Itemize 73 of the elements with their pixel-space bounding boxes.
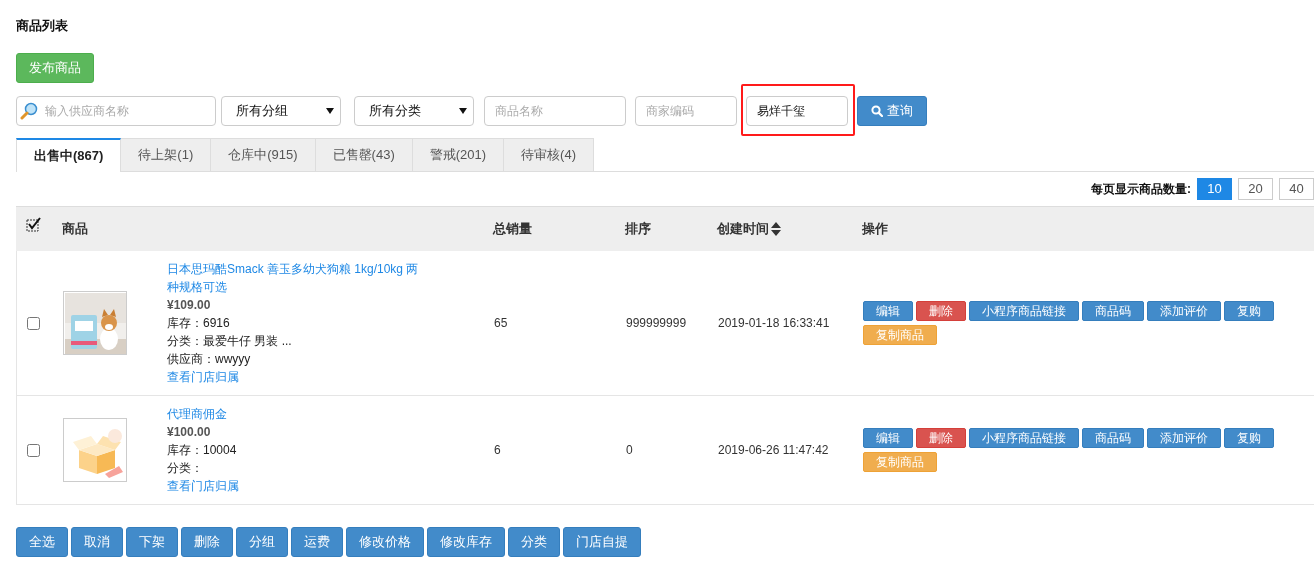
- action-button[interactable]: 添加评价: [1147, 301, 1221, 321]
- bulk-action-button[interactable]: 分组: [236, 527, 288, 557]
- select-all-checkbox[interactable]: [26, 217, 42, 233]
- action-button[interactable]: 复购: [1224, 301, 1274, 321]
- row-checkbox[interactable]: [27, 316, 40, 330]
- product-name-link[interactable]: 代理商佣金: [167, 405, 427, 423]
- sort-icon[interactable]: [771, 222, 781, 236]
- action-button[interactable]: 复制商品: [863, 325, 937, 345]
- column-header: 总销量: [493, 220, 533, 239]
- product-name-link[interactable]: 日本思玛酷Smack 善玉多幼犬狗粮 1kg/10kg 两种规格可选: [167, 260, 427, 296]
- action-button[interactable]: 商品码: [1082, 428, 1144, 448]
- action-button[interactable]: 商品码: [1082, 301, 1144, 321]
- page-size-label: 每页显示商品数量:: [1091, 181, 1191, 198]
- bulk-action-button[interactable]: 下架: [126, 527, 178, 557]
- sort-cell-text: 999999999: [626, 315, 687, 332]
- action-button[interactable]: 编辑: [863, 428, 913, 448]
- category-text: 分类：最爱牛仔 男装 ...: [167, 333, 293, 350]
- column-header: 创建时间: [717, 220, 769, 239]
- merchant-code-field[interactable]: 商家编码: [635, 96, 737, 126]
- product-name-field[interactable]: 商品名称: [484, 96, 626, 126]
- action-button[interactable]: 删除: [916, 301, 966, 321]
- page-size-option[interactable]: 40: [1279, 178, 1314, 200]
- product-price: ¥100.00: [167, 424, 212, 441]
- store-link[interactable]: 查看门店归属: [167, 477, 239, 495]
- stock-text: 库存：6916: [167, 315, 231, 332]
- bulk-action-button[interactable]: 分类: [508, 527, 560, 557]
- tab[interactable]: 仓库中(915): [211, 138, 316, 172]
- bulk-action-button[interactable]: 修改价格: [346, 527, 424, 557]
- tab[interactable]: 待上架(1): [121, 138, 212, 172]
- action-button[interactable]: 复购: [1224, 428, 1274, 448]
- bulk-action-button[interactable]: 删除: [181, 527, 233, 557]
- page-size-option[interactable]: 20: [1238, 178, 1273, 200]
- tab[interactable]: 待审核(4): [504, 138, 594, 172]
- column-header: 操作: [862, 220, 889, 239]
- action-button[interactable]: 添加评价: [1147, 428, 1221, 448]
- tab[interactable]: 已售罄(43): [315, 138, 413, 172]
- stock-text: 库存：10004: [167, 442, 238, 459]
- category-text: 分类：: [167, 460, 204, 477]
- keyword-field[interactable]: 易烊千玺: [746, 96, 848, 126]
- row-checkbox[interactable]: [27, 443, 40, 457]
- category-select[interactable]: 所有分类: [354, 96, 474, 126]
- page-title: 商品列表: [16, 17, 69, 35]
- search-icon: [20, 102, 38, 120]
- action-button[interactable]: 小程序商品链接: [969, 428, 1079, 448]
- group-select[interactable]: 所有分组: [221, 96, 341, 126]
- query-button[interactable]: 查询: [857, 96, 927, 126]
- tab[interactable]: 出售中(867): [16, 138, 122, 172]
- action-button[interactable]: 复制商品: [863, 452, 937, 472]
- action-button[interactable]: 编辑: [863, 301, 913, 321]
- dropdown-caret-icon: [459, 108, 467, 114]
- bulk-action-button[interactable]: 运费: [291, 527, 343, 557]
- publish-button[interactable]: 发布商品: [16, 53, 94, 83]
- dropdown-caret-icon: [326, 108, 334, 114]
- page-size-option[interactable]: 10: [1197, 178, 1232, 200]
- created-time-cell-text: 2019-06-26 11:47:42: [718, 442, 829, 459]
- search-icon: [871, 105, 883, 117]
- store-link[interactable]: 查看门店归属: [167, 368, 239, 386]
- bulk-action-button[interactable]: 修改库存: [427, 527, 505, 557]
- created-time-cell-text: 2019-01-18 16:33:41: [718, 315, 830, 332]
- sort-cell-text: 0: [626, 442, 633, 459]
- supplier-text: 供应商：wwyyy: [167, 351, 252, 368]
- action-button[interactable]: 删除: [916, 428, 966, 448]
- bulk-action-button[interactable]: 全选: [16, 527, 68, 557]
- bulk-action-button[interactable]: 门店自提: [563, 527, 641, 557]
- tab[interactable]: 警戒(201): [412, 138, 505, 172]
- bulk-action-button[interactable]: 取消: [71, 527, 123, 557]
- sales-cell-text: 65: [494, 315, 508, 332]
- column-header: 排序: [625, 220, 652, 239]
- supplier-search-field[interactable]: 输入供应商名称: [16, 96, 216, 126]
- column-header: 商品: [62, 220, 89, 239]
- sales-cell-text: 6: [494, 442, 501, 459]
- action-button[interactable]: 小程序商品链接: [969, 301, 1079, 321]
- product-price: ¥109.00: [167, 297, 212, 314]
